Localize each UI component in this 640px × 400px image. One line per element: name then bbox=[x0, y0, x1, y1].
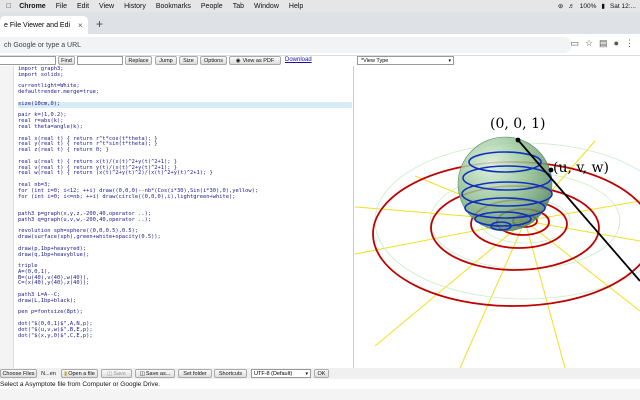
status-message: Select a Asymptote file from Computer or… bbox=[0, 380, 161, 388]
editor-toolbar: Find Replace Jump Size Options ◉ View as… bbox=[0, 56, 640, 66]
jump-button[interactable]: Jump bbox=[155, 56, 177, 65]
view-type-select[interactable]: *View Type ▾ bbox=[357, 56, 454, 65]
view-as-pdf-label: View as PDF bbox=[242, 57, 275, 64]
bluetooth-icon[interactable]: ⊛ bbox=[558, 2, 563, 10]
menu-view[interactable]: View bbox=[99, 3, 114, 10]
tab-file-viewer[interactable]: e File Viewer and Edi × bbox=[0, 16, 88, 34]
save-as-disk-icon: ◫ bbox=[139, 370, 145, 377]
page-bottom-area bbox=[0, 389, 640, 400]
new-tab-button[interactable]: + bbox=[96, 17, 103, 31]
save-as-label: Save as... bbox=[145, 370, 171, 377]
find-input[interactable] bbox=[0, 56, 56, 65]
replace-input[interactable] bbox=[77, 56, 123, 65]
toolbar-icons: ▭ ☆ ▤ ● ⋮ bbox=[570, 38, 634, 49]
tab-title: e File Viewer and Edi bbox=[4, 21, 71, 29]
label-point-b: (u, v, w) bbox=[553, 160, 609, 176]
menu-file[interactable]: File bbox=[56, 3, 67, 10]
options-button[interactable]: Options bbox=[200, 56, 227, 65]
address-bar[interactable]: ch Google or type a URL bbox=[0, 37, 572, 53]
save-button[interactable]: ◫ Save bbox=[101, 369, 132, 378]
macos-menubar:  Chrome File Edit View History Bookmark… bbox=[0, 0, 640, 12]
ok-button[interactable]: OK bbox=[314, 369, 329, 378]
folder-icon: ▮ bbox=[64, 370, 68, 377]
set-folder-button[interactable]: Set folder bbox=[178, 369, 212, 378]
menu-tab[interactable]: Tab bbox=[233, 3, 244, 10]
tab-strip: e File Viewer and Edi × + bbox=[0, 12, 640, 34]
close-tab-icon[interactable]: × bbox=[78, 21, 83, 30]
view-type-value: *View Type bbox=[361, 57, 389, 64]
battery-percent: 100% bbox=[579, 2, 597, 10]
menu-people[interactable]: People bbox=[201, 3, 223, 10]
menu-window[interactable]: Window bbox=[254, 3, 279, 10]
save-as-button[interactable]: ◫ Save as... bbox=[135, 369, 175, 378]
extension-icon[interactable]: ▤ bbox=[599, 38, 608, 49]
battery-icon[interactable]: ▮ bbox=[601, 2, 605, 10]
open-file-button[interactable]: ▮ Open a file bbox=[61, 369, 98, 378]
save-disk-icon: ◫ bbox=[107, 370, 113, 377]
replace-button[interactable]: Replace bbox=[125, 56, 152, 65]
save-label: Save bbox=[113, 370, 126, 377]
size-button[interactable]: Size bbox=[179, 56, 198, 65]
apple-menu-icon[interactable]:  bbox=[6, 3, 11, 10]
menubar-status-area: ⊛ ♬ 100% ▮ Sat 12:... bbox=[558, 0, 636, 12]
choose-files-button[interactable]: Choose Files bbox=[0, 369, 37, 378]
menu-bookmarks[interactable]: Bookmarks bbox=[156, 3, 191, 10]
menu-app-chrome[interactable]: Chrome bbox=[19, 3, 45, 10]
chevron-down-icon: ▾ bbox=[305, 370, 308, 377]
code-editor[interactable]: import graph3; import solids; currentlight… bbox=[0, 66, 354, 368]
label-point-a: (0, 0, 1) bbox=[490, 116, 546, 132]
view-as-pdf-button[interactable]: ◉ View as PDF bbox=[229, 56, 281, 65]
code-line[interactable]: dot("$(x,y,0)$",C,E,p); bbox=[18, 333, 352, 340]
shortcuts-button[interactable]: Shortcuts bbox=[214, 369, 247, 378]
code-lines[interactable]: import graph3; import solids; currentlight… bbox=[18, 66, 352, 340]
download-link[interactable]: Download bbox=[285, 57, 312, 63]
line-number-gutter bbox=[0, 66, 14, 368]
menu-history[interactable]: History bbox=[124, 3, 146, 10]
pdf-eye-icon: ◉ bbox=[235, 57, 241, 64]
profile-avatar-icon[interactable]: ● bbox=[614, 38, 619, 49]
point-a-dot bbox=[515, 137, 521, 143]
encoding-value: UTF-8 (Default) bbox=[254, 370, 293, 377]
browser-toolbar: ch Google or type a URL ▭ ☆ ▤ ● ⋮ bbox=[0, 34, 640, 56]
asymptote-3d-render[interactable] bbox=[355, 66, 640, 368]
no-file-chosen-text: N...en bbox=[41, 370, 56, 377]
sphere bbox=[457, 136, 553, 232]
bookmark-star-icon[interactable]: ☆ bbox=[585, 38, 593, 49]
chevron-down-icon: ▾ bbox=[448, 58, 451, 64]
menu-help[interactable]: Help bbox=[289, 3, 303, 10]
file-actions-bar: Choose Files N...en ▮ Open a file ◫ Save… bbox=[0, 368, 640, 379]
render-viewer[interactable]: (0, 0, 1) (u, v, w) bbox=[355, 66, 640, 368]
encoding-select[interactable]: UTF-8 (Default) ▾ bbox=[251, 369, 311, 378]
clock[interactable]: Sat 12:... bbox=[610, 3, 636, 10]
open-file-label: Open a file bbox=[68, 370, 95, 377]
radial-line bbox=[459, 220, 526, 368]
volume-icon[interactable]: ♬ bbox=[568, 3, 575, 10]
find-button[interactable]: Find bbox=[58, 56, 75, 65]
menu-edit[interactable]: Edit bbox=[77, 3, 89, 10]
cast-icon[interactable]: ▭ bbox=[570, 38, 579, 49]
menu-kebab-icon[interactable]: ⋮ bbox=[625, 38, 634, 49]
